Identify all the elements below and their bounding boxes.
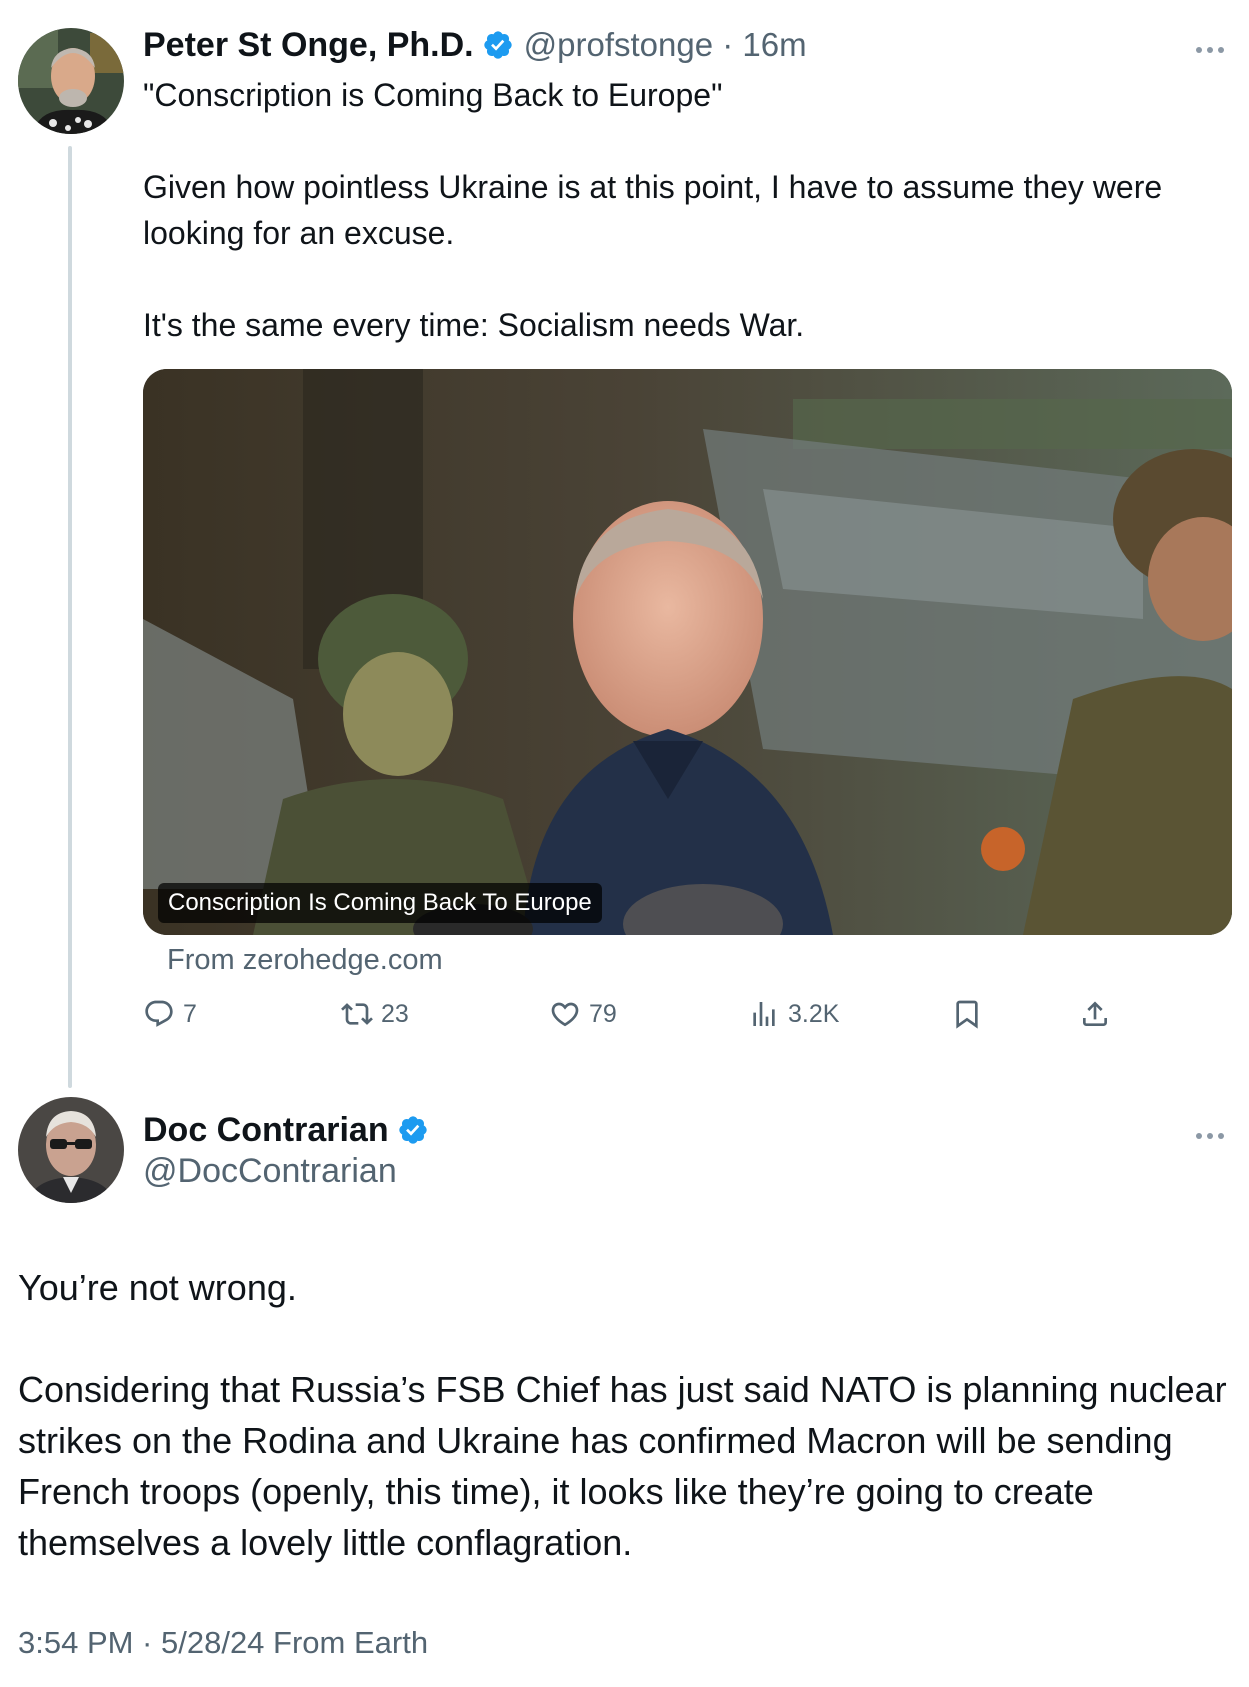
tweet-timestamp[interactable]: 3:54 PM · 5/28/24 From Earth <box>18 1625 428 1661</box>
card-caption: Conscription Is Coming Back To Europe <box>158 883 602 923</box>
more-icon[interactable] <box>1195 1128 1225 1139</box>
news-photo <box>143 369 1232 935</box>
thread-line <box>68 146 72 1088</box>
tweet-header: Doc Contrarian <box>143 1107 429 1153</box>
tweet-paragraph: Considering that Russia’s FSB Chief has … <box>18 1369 1237 1563</box>
tweet-text: You’re not wrong. Considering that Russi… <box>18 1262 1233 1568</box>
views-icon <box>753 1002 775 1026</box>
retweet-icon <box>341 1003 373 1025</box>
card-source[interactable]: From zerohedge.com <box>167 944 443 977</box>
like-button[interactable]: 79 <box>549 998 617 1030</box>
tweet-paragraph: You’re not wrong. <box>18 1267 297 1308</box>
author-name[interactable]: Doc Contrarian <box>143 1111 389 1150</box>
author-avatar[interactable] <box>18 28 124 134</box>
share-button[interactable] <box>1079 998 1111 1030</box>
verified-badge-icon <box>482 29 514 61</box>
retweet-button[interactable]: 23 <box>341 998 409 1030</box>
tweet-header: Peter St Onge, Ph.D. @profstonge · 16m <box>143 22 807 68</box>
author-avatar[interactable] <box>18 1097 124 1203</box>
author-handle-time[interactable]: @profstonge · 16m <box>524 26 807 64</box>
share-icon <box>1083 1001 1107 1026</box>
link-card-image[interactable]: Conscription Is Coming Back To Europe <box>143 369 1232 935</box>
views-count: 3.2K <box>788 999 840 1028</box>
retweet-count: 23 <box>381 999 409 1028</box>
tweet-paragraph: It's the same every time: Socialism need… <box>143 307 805 343</box>
reply-button[interactable]: 7 <box>143 998 197 1030</box>
more-icon[interactable] <box>1195 42 1225 53</box>
tweet-paragraph: "Conscription is Coming Back to Europe" <box>143 77 723 113</box>
views-button[interactable]: 3.2K <box>748 998 839 1030</box>
bookmark-button[interactable] <box>951 998 983 1030</box>
bookmark-icon <box>956 1000 978 1029</box>
like-icon <box>551 1002 579 1027</box>
verified-badge-icon <box>397 1114 429 1146</box>
reply-count: 7 <box>183 999 197 1028</box>
author-name[interactable]: Peter St Onge, Ph.D. <box>143 26 474 65</box>
reply-icon <box>145 1000 173 1027</box>
action-bar: 7 23 79 3.2K <box>143 998 1123 1044</box>
tweet-text: "Conscription is Coming Back to Europe" … <box>143 72 1233 348</box>
author-handle[interactable]: @DocContrarian <box>143 1152 397 1191</box>
like-count: 79 <box>589 999 617 1028</box>
tweet-paragraph: Given how pointless Ukraine is at this p… <box>143 169 1172 251</box>
